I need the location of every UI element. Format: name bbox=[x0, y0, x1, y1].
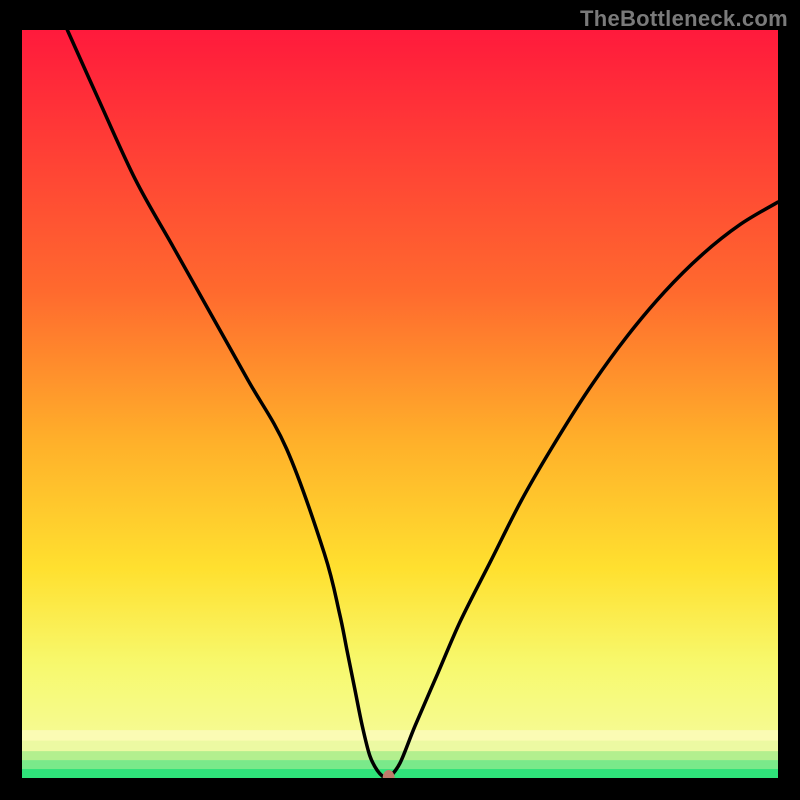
gradient-background bbox=[22, 30, 778, 778]
chart-svg bbox=[22, 30, 778, 778]
bottom-band bbox=[22, 741, 778, 751]
bottom-band bbox=[22, 730, 778, 740]
plot-area bbox=[22, 30, 778, 778]
bottom-band bbox=[22, 769, 778, 778]
bottom-band-group bbox=[22, 730, 778, 778]
chart-frame: TheBottleneck.com bbox=[0, 0, 800, 800]
watermark-text: TheBottleneck.com bbox=[580, 6, 788, 32]
bottom-band bbox=[22, 751, 778, 760]
